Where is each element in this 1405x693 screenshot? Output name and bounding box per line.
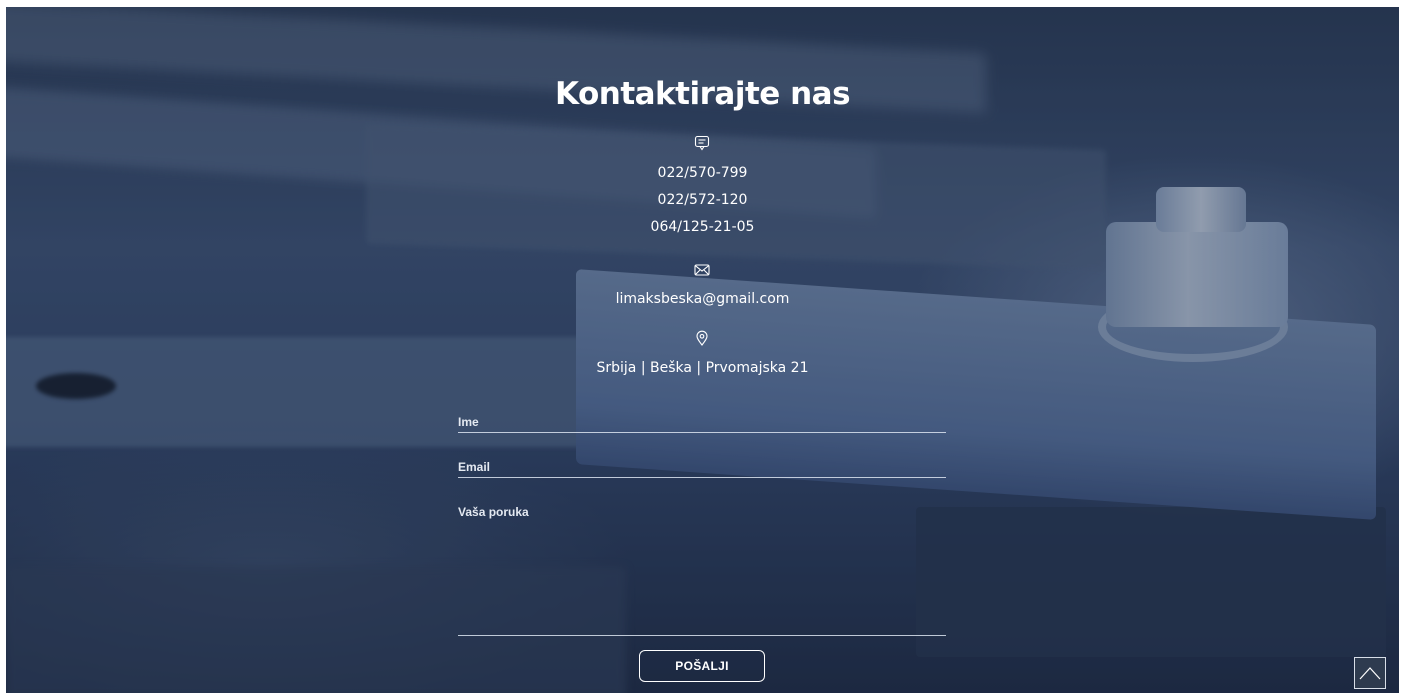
message-field[interactable]: Vaša poruka — [458, 500, 946, 636]
name-field[interactable]: Ime — [458, 410, 946, 433]
chevron-up-icon — [1359, 667, 1381, 680]
email-link[interactable]: limaksbeska@gmail.com — [0, 291, 1405, 307]
page: Kontaktirajte nas 022/570-799 022/572-12… — [0, 0, 1405, 693]
address-text: Srbija | Beška | Prvomajska 21 — [596, 360, 809, 376]
location-pin-icon — [694, 330, 710, 346]
phone-number-3[interactable]: 064/125-21-05 — [0, 219, 1405, 235]
phone-number-1[interactable]: 022/570-799 — [0, 165, 1405, 181]
email-input[interactable] — [458, 455, 946, 477]
name-input[interactable] — [458, 410, 946, 432]
page-title: Kontaktirajte nas — [554, 76, 851, 112]
chat-bubble-icon — [694, 135, 710, 151]
scroll-to-top-button[interactable] — [1354, 657, 1386, 689]
message-textarea[interactable] — [458, 500, 946, 635]
submit-button[interactable]: POŠALJI — [639, 650, 765, 682]
email-field[interactable]: Email — [458, 455, 946, 478]
phone-number-2[interactable]: 022/572-120 — [0, 192, 1405, 208]
envelope-icon — [694, 262, 710, 278]
